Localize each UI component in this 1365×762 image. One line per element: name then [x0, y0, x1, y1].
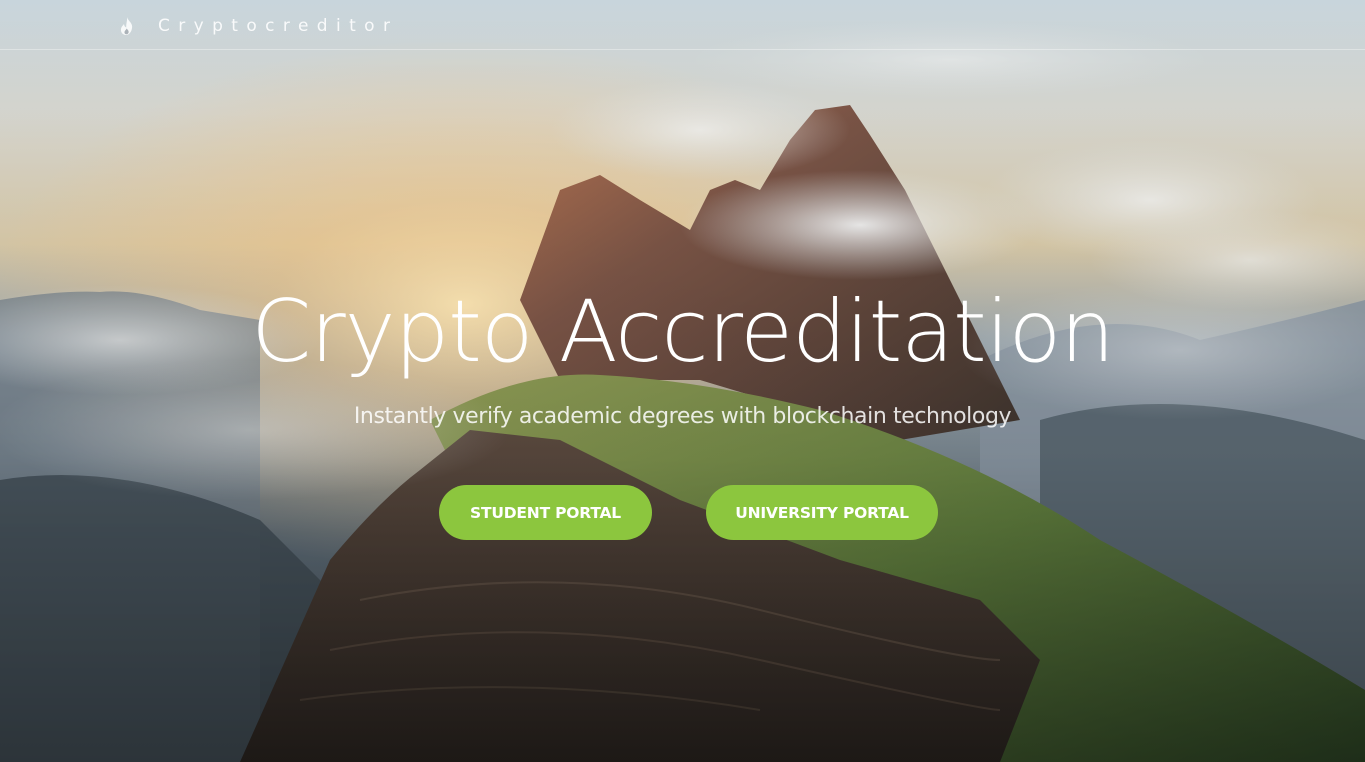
page-title: Crypto Accreditation — [251, 282, 1114, 382]
flame-icon — [118, 16, 136, 36]
student-portal-button[interactable]: STUDENT PORTAL — [439, 485, 652, 540]
university-portal-button[interactable]: UNIVERSITY PORTAL — [706, 485, 938, 540]
brand-link[interactable]: Cryptocreditor — [118, 14, 398, 38]
hero-section: Cryptocreditor Crypto Accreditation Inst… — [0, 0, 1365, 762]
top-navbar: Cryptocreditor — [0, 0, 1365, 50]
brand-name: Cryptocreditor — [158, 16, 399, 36]
page-subtitle: Instantly verify academic degrees with b… — [353, 404, 1012, 429]
